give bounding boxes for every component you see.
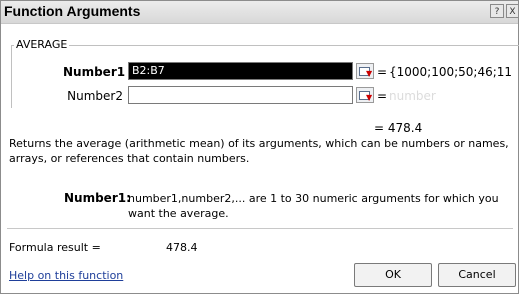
title-bar[interactable]: Function Arguments ? X bbox=[1, 1, 518, 24]
number2-input[interactable] bbox=[128, 86, 353, 104]
arg-help-label: Number1: bbox=[64, 191, 131, 205]
number2-label: Number2 bbox=[67, 89, 123, 103]
number1-input[interactable]: B2:B7 bbox=[128, 62, 353, 80]
arrow-icon: ▼ bbox=[366, 69, 373, 78]
number1-preview: {1000;100;50;46;11 bbox=[389, 65, 513, 79]
number1-equals: = bbox=[377, 65, 388, 79]
cancel-button[interactable]: Cancel bbox=[438, 263, 516, 287]
arg-help-text: number1,number2,... are 1 to 30 numeric … bbox=[128, 192, 499, 220]
ok-button[interactable]: OK bbox=[354, 263, 432, 287]
number2-collapse-button[interactable]: ▼ bbox=[356, 87, 374, 103]
help-on-function-link[interactable]: Help on this function bbox=[9, 269, 123, 282]
function-name-label: AVERAGE bbox=[14, 38, 70, 51]
formula-result-value: 478.4 bbox=[166, 241, 198, 254]
result-preview: = 478.4 bbox=[374, 121, 423, 135]
function-arguments-dialog: Function Arguments ? X AVERAGE Number1 B… bbox=[0, 0, 519, 294]
close-button[interactable]: X bbox=[506, 4, 518, 18]
arrow-icon: ▼ bbox=[366, 93, 373, 102]
formula-result-label: Formula result = bbox=[9, 241, 101, 254]
function-description: Returns the average (arithmetic mean) of… bbox=[9, 137, 509, 165]
number2-preview: number bbox=[389, 89, 436, 103]
number1-collapse-button[interactable]: ▼ bbox=[356, 63, 374, 79]
help-button[interactable]: ? bbox=[490, 4, 504, 18]
number1-label: Number1 bbox=[63, 65, 126, 79]
divider bbox=[7, 228, 513, 229]
dialog-title: Function Arguments bbox=[4, 3, 141, 19]
number2-equals: = bbox=[377, 89, 388, 103]
